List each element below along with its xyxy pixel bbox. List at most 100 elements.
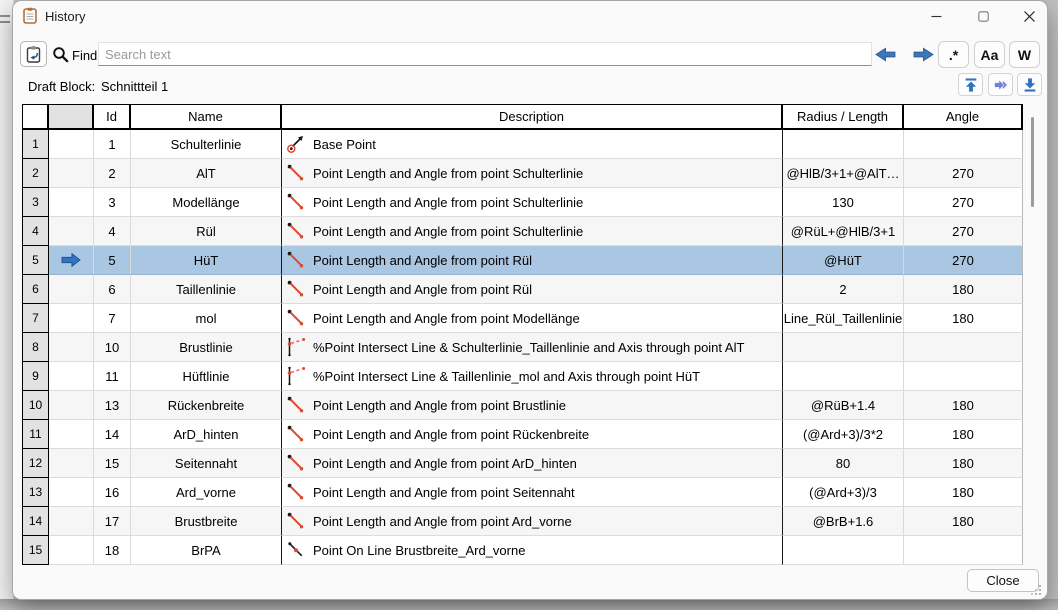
radius-length-cell[interactable]: @RüL+@HlB/3+1 [783, 217, 904, 246]
table-row[interactable]: 1215SeitennahtPoint Length and Angle fro… [23, 449, 1023, 478]
minimize-button[interactable] [916, 1, 956, 31]
angle-cell[interactable]: 180 [904, 420, 1023, 449]
maximize-button[interactable] [963, 1, 1003, 31]
angle-cell[interactable]: 270 [904, 159, 1023, 188]
angle-cell[interactable]: 270 [904, 188, 1023, 217]
description-cell[interactable]: Point Length and Angle from point Seiten… [282, 478, 783, 507]
id-cell[interactable]: 16 [94, 478, 131, 507]
row-number-cell[interactable]: 7 [22, 304, 49, 333]
row-number-cell[interactable]: 9 [22, 362, 49, 391]
row-number-cell[interactable]: 3 [22, 188, 49, 217]
description-cell[interactable]: Point Length and Angle from point Schult… [282, 159, 783, 188]
current-marker-cell[interactable] [49, 130, 94, 159]
name-cell[interactable]: Brustlinie [131, 333, 282, 362]
radius-length-cell[interactable]: 80 [783, 449, 904, 478]
angle-cell[interactable]: 180 [904, 478, 1023, 507]
row-number-cell[interactable]: 8 [22, 333, 49, 362]
name-cell[interactable]: BrPA [131, 536, 282, 565]
radius-length-cell[interactable] [783, 536, 904, 565]
next-match-button[interactable] [912, 46, 935, 63]
description-cell[interactable]: Point Length and Angle from point Schult… [282, 217, 783, 246]
current-marker-cell[interactable] [49, 275, 94, 304]
radius-length-cell[interactable]: (@Ard+3)/3 [783, 478, 904, 507]
current-marker-cell[interactable] [49, 304, 94, 333]
current-marker-cell[interactable] [49, 246, 94, 275]
description-cell[interactable]: Point Length and Angle from point Modell… [282, 304, 783, 333]
table-row[interactable]: 44RülPoint Length and Angle from point S… [23, 217, 1023, 246]
radius-length-cell[interactable] [783, 333, 904, 362]
current-marker-cell[interactable] [49, 420, 94, 449]
radius-length-cell[interactable]: 2 [783, 275, 904, 304]
angle-cell[interactable]: 180 [904, 391, 1023, 420]
current-marker-cell[interactable] [49, 391, 94, 420]
close-dialog-button[interactable]: Close [967, 569, 1039, 592]
description-cell[interactable]: Point Length and Angle from point Rül [282, 246, 783, 275]
angle-cell[interactable] [904, 362, 1023, 391]
id-cell[interactable]: 2 [94, 159, 131, 188]
name-cell[interactable]: Taillenlinie [131, 275, 282, 304]
description-cell[interactable]: %Point Intersect Line & Taillenlinie_mol… [282, 362, 783, 391]
description-cell[interactable]: Point Length and Angle from point Brustl… [282, 391, 783, 420]
id-cell[interactable]: 18 [94, 536, 131, 565]
row-number-cell[interactable]: 4 [22, 217, 49, 246]
name-cell[interactable]: mol [131, 304, 282, 333]
angle-cell[interactable]: 180 [904, 304, 1023, 333]
angle-cell[interactable]: 180 [904, 507, 1023, 536]
table-row[interactable]: 22AlTPoint Length and Angle from point S… [23, 159, 1023, 188]
row-number-cell[interactable]: 14 [22, 507, 49, 536]
id-cell[interactable]: 14 [94, 420, 131, 449]
id-cell[interactable]: 7 [94, 304, 131, 333]
angle-cell[interactable] [904, 130, 1023, 159]
name-cell[interactable]: Ard_vorne [131, 478, 282, 507]
current-marker-cell[interactable] [49, 333, 94, 362]
current-marker-cell[interactable] [49, 159, 94, 188]
radius-length-cell[interactable]: @RüB+1.4 [783, 391, 904, 420]
row-number-cell[interactable]: 1 [22, 130, 49, 159]
table-row[interactable]: 1518BrPAPoint On Line Brustbreite_Ard_vo… [23, 536, 1023, 565]
name-cell[interactable]: AlT [131, 159, 282, 188]
name-cell[interactable]: HüT [131, 246, 282, 275]
table-row[interactable]: 911Hüftlinie%Point Intersect Line & Tail… [23, 362, 1023, 391]
radius-length-cell[interactable]: 130 [783, 188, 904, 217]
id-cell[interactable]: 5 [94, 246, 131, 275]
window-resize-grip[interactable] [1030, 583, 1042, 595]
close-button[interactable] [1009, 1, 1049, 31]
row-number-cell[interactable]: 13 [22, 478, 49, 507]
table-row[interactable]: 77molPoint Length and Angle from point M… [23, 304, 1023, 333]
radius-length-cell[interactable] [783, 362, 904, 391]
current-marker-cell[interactable] [49, 217, 94, 246]
current-marker-cell[interactable] [49, 507, 94, 536]
radius-length-cell[interactable]: @HüT [783, 246, 904, 275]
id-cell[interactable]: 6 [94, 275, 131, 304]
search-input[interactable] [98, 42, 872, 66]
id-cell[interactable]: 17 [94, 507, 131, 536]
table-row[interactable]: 1013RückenbreitePoint Length and Angle f… [23, 391, 1023, 420]
description-cell[interactable]: Point Length and Angle from point ArD_hi… [282, 449, 783, 478]
name-cell[interactable]: Schulterlinie [131, 130, 282, 159]
table-row[interactable]: 33ModellängePoint Length and Angle from … [23, 188, 1023, 217]
radius-length-cell[interactable]: @BrB+1.6 [783, 507, 904, 536]
radius-length-cell[interactable]: Line_Rül_Taillenlinie [783, 304, 904, 333]
description-cell[interactable]: %Point Intersect Line & Schulterlinie_Ta… [282, 333, 783, 362]
angle-cell[interactable] [904, 333, 1023, 362]
row-number-cell[interactable]: 11 [22, 420, 49, 449]
radius-length-cell[interactable]: (@Ard+3)/3*2 [783, 420, 904, 449]
row-number-cell[interactable]: 6 [22, 275, 49, 304]
description-cell[interactable]: Point Length and Angle from point Ard_vo… [282, 507, 783, 536]
table-row[interactable]: 13 16Ard_vornePoint Length and Angle from… [23, 478, 1023, 507]
table-row[interactable]: 1114ArD_hintenPoint Length and Angle fro… [23, 420, 1023, 449]
row-number-cell[interactable]: 12 [22, 449, 49, 478]
table-row[interactable]: 810Brustlinie%Point Intersect Line & Sch… [23, 333, 1023, 362]
angle-cell[interactable]: 180 [904, 275, 1023, 304]
id-cell[interactable]: 15 [94, 449, 131, 478]
row-number-cell[interactable]: 15 [22, 536, 49, 565]
radius-length-cell[interactable] [783, 130, 904, 159]
name-cell[interactable]: Rül [131, 217, 282, 246]
current-marker-cell[interactable] [49, 362, 94, 391]
id-cell[interactable]: 4 [94, 217, 131, 246]
description-cell[interactable]: Point Length and Angle from point Rül [282, 275, 783, 304]
table-row[interactable]: 66TaillenliniePoint Length and Angle fro… [23, 275, 1023, 304]
table-row[interactable]: 55HüTPoint Length and Angle from point R… [23, 246, 1023, 275]
id-cell[interactable]: 13 [94, 391, 131, 420]
angle-cell[interactable] [904, 536, 1023, 565]
